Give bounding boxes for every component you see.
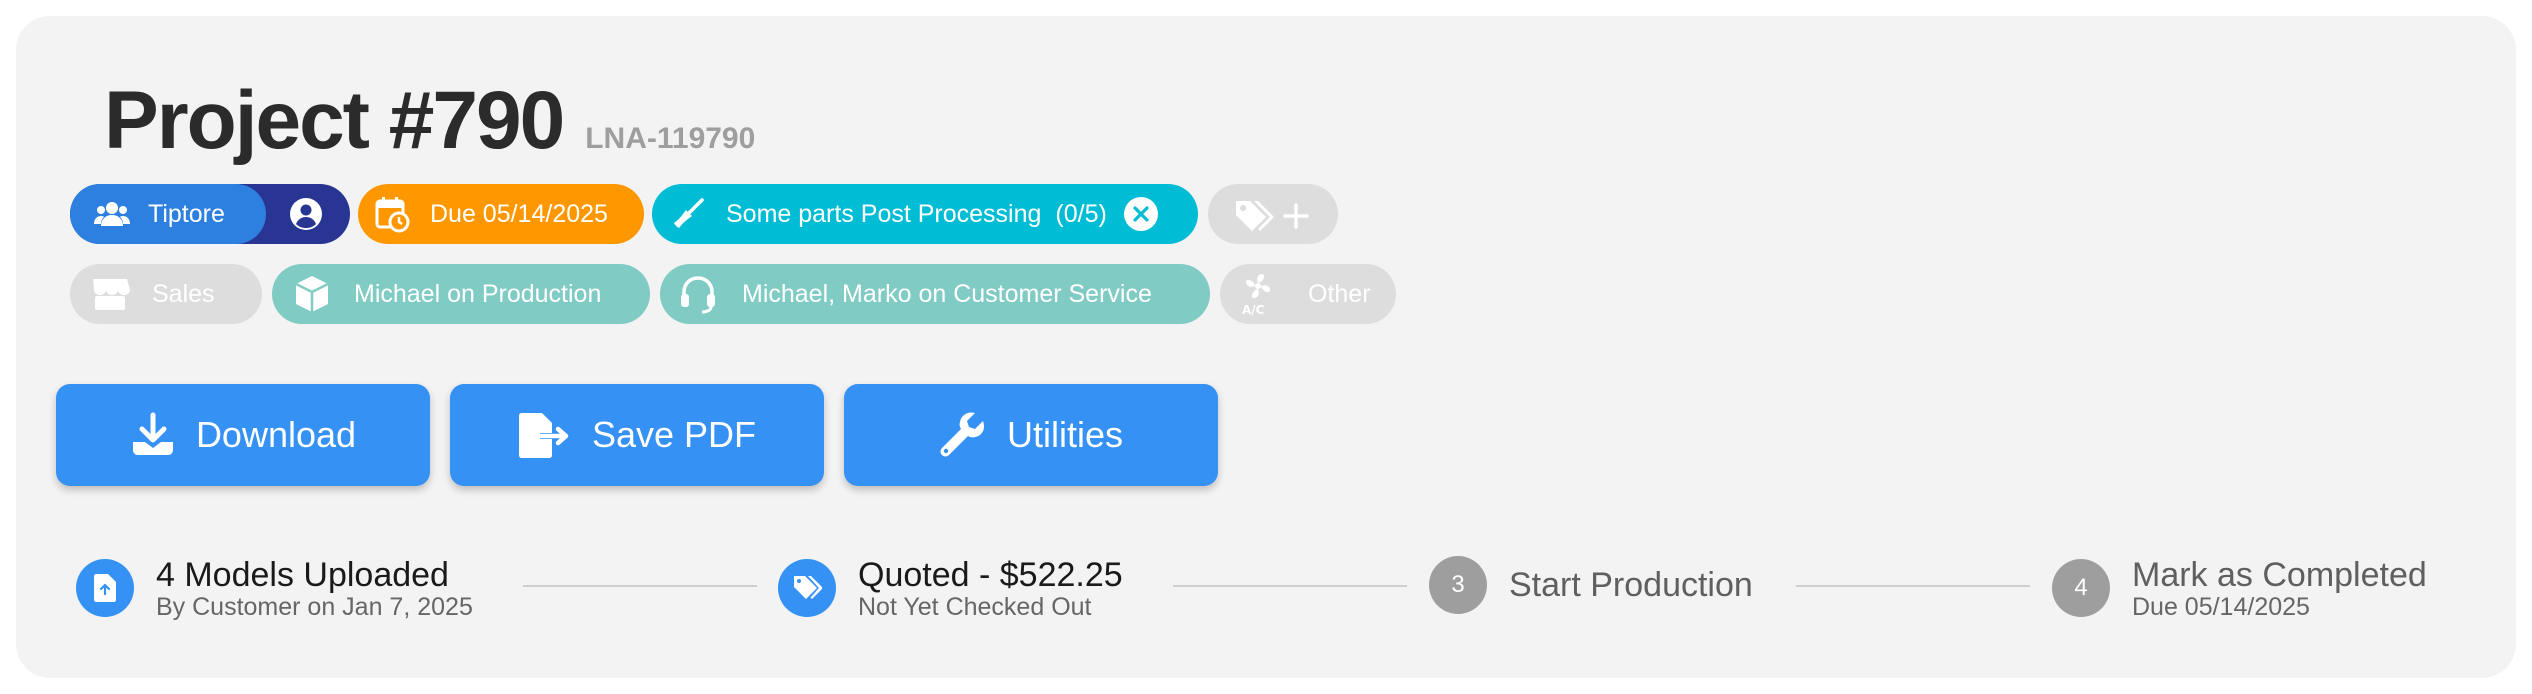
- close-circle-icon[interactable]: [1121, 194, 1161, 234]
- step-connector: [1796, 585, 2030, 587]
- utilities-label: Utilities: [1006, 414, 1123, 455]
- calendar-clock-icon: [372, 194, 412, 234]
- step-2-subtitle: Not Yet Checked Out: [858, 593, 1092, 621]
- users-icon: [92, 194, 132, 234]
- post-processing-chip[interactable]: Some parts Post Processing (0/5): [652, 184, 1198, 244]
- step-connector: [523, 585, 757, 587]
- sales-chip[interactable]: Sales: [70, 264, 262, 324]
- due-date-chip[interactable]: Due 05/14/2025: [358, 184, 644, 244]
- broom-icon: [668, 194, 708, 234]
- step-start-production[interactable]: 3 Start Production: [1429, 556, 1753, 614]
- headset-icon: [678, 274, 718, 314]
- team-chip-main[interactable]: Tiptore: [70, 184, 266, 244]
- step-mark-completed[interactable]: 4 Mark as Completed Due 05/14/2025: [2052, 556, 2427, 620]
- save-pdf-button[interactable]: Save PDF: [450, 384, 824, 486]
- fan-ac-icon: A/C: [1238, 274, 1278, 316]
- post-processing-label: Some parts Post Processing: [726, 199, 1042, 228]
- sales-label: Sales: [152, 279, 215, 308]
- production-label: Michael on Production: [354, 279, 602, 308]
- download-button[interactable]: Download: [56, 384, 430, 486]
- project-card: Project #790 LNA-119790 Tiptore Due 05/1…: [16, 16, 2516, 678]
- step-4-title: Mark as Completed: [2132, 556, 2427, 594]
- wrench-icon: [939, 411, 987, 459]
- customer-service-chip[interactable]: Michael, Marko on Customer Service: [660, 264, 1210, 324]
- step-models-uploaded: 4 Models Uploaded By Customer on Jan 7, …: [76, 556, 473, 620]
- file-upload-icon: [94, 574, 116, 602]
- user-circle-icon[interactable]: [286, 194, 326, 234]
- step-1-title: 4 Models Uploaded: [156, 556, 449, 594]
- step-1-circle: [76, 559, 134, 617]
- step-quoted: Quoted - $522.25 Not Yet Checked Out: [778, 556, 1123, 620]
- step-3-circle: 3: [1429, 556, 1487, 614]
- team-chip-label: Tiptore: [148, 199, 225, 228]
- step-2-circle: [778, 559, 836, 617]
- download-label: Download: [195, 414, 357, 455]
- download-icon: [130, 412, 176, 458]
- project-code: LNA-119790: [585, 122, 756, 155]
- title-row: Project #790 LNA-119790: [104, 74, 755, 168]
- production-chip[interactable]: Michael on Production: [272, 264, 650, 324]
- svg-text:A/C: A/C: [1242, 303, 1265, 316]
- step-4-circle: 4: [2052, 559, 2110, 617]
- due-date-label: Due 05/14/2025: [430, 199, 608, 228]
- post-processing-count: (0/5): [1055, 199, 1107, 228]
- other-label: Other: [1308, 279, 1371, 308]
- step-3-title: Start Production: [1509, 566, 1753, 604]
- utilities-button[interactable]: Utilities: [844, 384, 1218, 486]
- other-chip[interactable]: A/C Other: [1220, 264, 1396, 324]
- step-2-title: Quoted - $522.25: [858, 556, 1123, 594]
- add-tag-chip[interactable]: [1208, 184, 1338, 244]
- store-icon: [90, 274, 130, 314]
- file-export-icon: [518, 411, 572, 459]
- step-1-subtitle: By Customer on Jan 7, 2025: [156, 593, 473, 621]
- tags-icon: [792, 574, 822, 602]
- step-connector: [1173, 585, 1407, 587]
- tags-plus-icon: [1230, 194, 1310, 234]
- page-title: Project #790: [104, 75, 565, 166]
- step-4-subtitle: Due 05/14/2025: [2132, 593, 2310, 621]
- box-icon: [292, 274, 332, 314]
- team-chip[interactable]: Tiptore: [70, 184, 350, 244]
- save-pdf-label: Save PDF: [591, 414, 757, 455]
- customer-service-label: Michael, Marko on Customer Service: [742, 279, 1152, 308]
